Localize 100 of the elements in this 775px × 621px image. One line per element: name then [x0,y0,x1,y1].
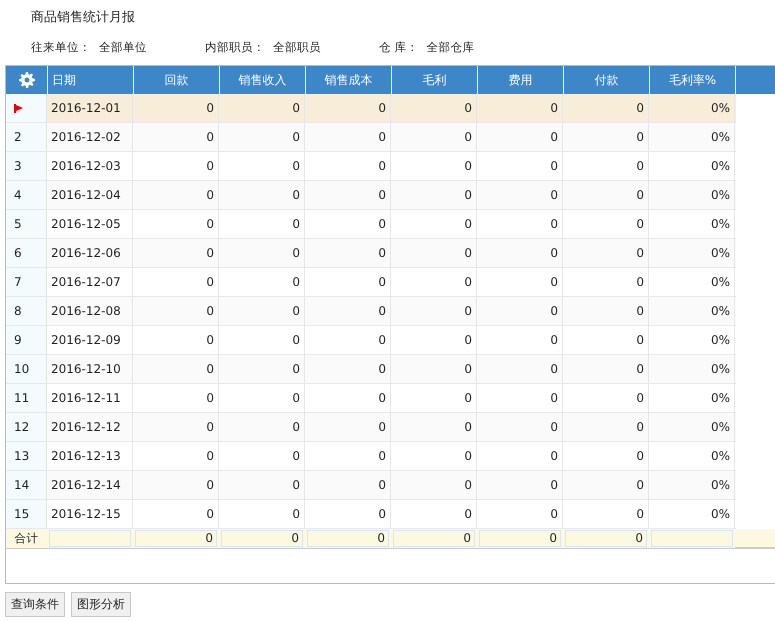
table-cell: 0 [563,152,649,180]
table-cell: 0 [305,181,391,209]
table-cell: 2016-12-05 [47,210,133,238]
table-cell: 0 [219,384,305,412]
table-cell: 0 [563,210,649,238]
table-cell: 0 [477,500,563,528]
table-cell: 0 [133,239,219,267]
table-row[interactable]: 4 2016-12-04 0 0 0 0 0 0 0% [6,181,736,210]
table-cell: 2016-12-09 [47,326,133,354]
table-row[interactable]: 5 2016-12-05 0 0 0 0 0 0 0% [6,210,736,239]
row-number: 12 [14,420,30,434]
total-cell: 0 [393,530,475,547]
table-cell: 0 [305,355,391,383]
table-cell: 0 [563,181,649,209]
toolbar-button[interactable]: 图形分析 [71,592,131,617]
row-number: 14 [14,478,30,492]
table-row[interactable]: 13 2016-12-13 0 0 0 0 0 0 0% [6,442,736,471]
table-cell: 0% [649,413,735,441]
table-row[interactable]: 9 2016-12-09 0 0 0 0 0 0 0% [6,326,736,355]
table-cell: 0 [305,239,391,267]
table-cell: 0 [219,94,305,122]
table-cell: 0 [133,471,219,499]
table-cell: 0% [649,297,735,325]
total-cell: 0 [221,530,303,547]
table-cell: 2016-12-01 [47,94,133,122]
table-row[interactable]: 15 2016-12-15 0 0 0 0 0 0 0% [6,500,736,529]
table-row[interactable]: 8 2016-12-08 0 0 0 0 0 0 0% [6,297,736,326]
table-cell: 0 [391,471,477,499]
table-cell: 0 [219,500,305,528]
table-cell: 0% [649,152,735,180]
table-cell: 0 [477,471,563,499]
table-cell: 0 [133,268,219,296]
table-cell: 2016-12-07 [47,268,133,296]
table-cell: 0 [391,239,477,267]
table-row[interactable]: 10 2016-12-10 0 0 0 0 0 0 0% [6,355,736,384]
table-cell: 0 [133,413,219,441]
table-cell: 0 [133,181,219,209]
table-cell: 0% [649,123,735,151]
table-cell: 0 [477,326,563,354]
table-cell: 0 [305,442,391,470]
total-cell: 0 [307,530,389,547]
table-cell: 0 [305,152,391,180]
table-row[interactable]: 7 2016-12-07 0 0 0 0 0 0 0% [6,268,736,297]
table-cell: 0 [477,442,563,470]
table-cell: 0 [563,326,649,354]
settings-icon[interactable] [18,72,34,88]
table-cell: 2016-12-15 [47,500,133,528]
table-cell: 0 [219,239,305,267]
table-cell: 0 [563,471,649,499]
table-row[interactable]: 2 2016-12-02 0 0 0 0 0 0 0% [6,123,736,152]
table-cell: 0 [133,123,219,151]
toolbar-button[interactable]: 查询条件 [5,592,65,617]
row-number: 11 [14,391,30,405]
table-cell: 2016-12-03 [47,152,133,180]
table-cell: 0% [649,210,735,238]
table-cell: 0 [133,442,219,470]
table-cell: 0 [563,297,649,325]
table-row[interactable]: 3 2016-12-03 0 0 0 0 0 0 0% [6,152,736,181]
filter-value: 全部单位 [99,40,147,56]
row-number: 9 [14,333,22,347]
row-number: 5 [14,217,22,231]
filter-value: 全部仓库 [426,40,475,56]
table-cell: 0% [649,500,735,528]
table-cell: 0 [219,268,305,296]
table-cell: 0 [391,384,477,412]
table-cell: 0 [305,268,391,296]
table-row[interactable]: 11 2016-12-11 0 0 0 0 0 0 0% [6,384,736,413]
table-row[interactable]: 2016-12-01 0 0 0 0 0 0 0% [6,94,736,123]
table-cell: 0 [477,239,563,267]
row-number: 2 [14,130,22,144]
row-number: 15 [14,507,30,521]
filter-label: 仓 库： [379,40,419,56]
table-cell: 2016-12-10 [47,355,133,383]
table-cell: 0 [563,123,649,151]
table-cell: 0 [133,326,219,354]
table-cell: 0 [477,413,563,441]
table-cell: 0 [133,384,219,412]
table-cell: 0 [305,471,391,499]
table-cell: 0 [133,355,219,383]
table-cell: 2016-12-02 [47,123,133,151]
table-cell: 0 [477,123,563,151]
table-cell: 0 [305,94,391,122]
table-cell: 0 [305,210,391,238]
table-cell: 2016-12-08 [47,297,133,325]
table-cell: 0 [219,442,305,470]
table-cell: 2016-12-13 [47,442,133,470]
table-cell: 0% [649,268,735,296]
table-cell: 0 [219,471,305,499]
table-row[interactable]: 12 2016-12-12 0 0 0 0 0 0 0% [6,413,736,442]
table-row[interactable]: 14 2016-12-14 0 0 0 0 0 0 0% [6,471,736,500]
table-cell: 0 [219,210,305,238]
row-number: 4 [14,188,22,202]
table-cell: 0 [391,442,477,470]
table-cell: 0 [391,210,477,238]
table-cell: 0 [391,500,477,528]
report-title: 商品销售统计月报 [30,9,136,27]
table-cell: 0 [219,355,305,383]
table-row[interactable]: 6 2016-12-06 0 0 0 0 0 0 0% [6,239,736,268]
table-cell: 0 [219,413,305,441]
table-cell: 0 [305,500,391,528]
